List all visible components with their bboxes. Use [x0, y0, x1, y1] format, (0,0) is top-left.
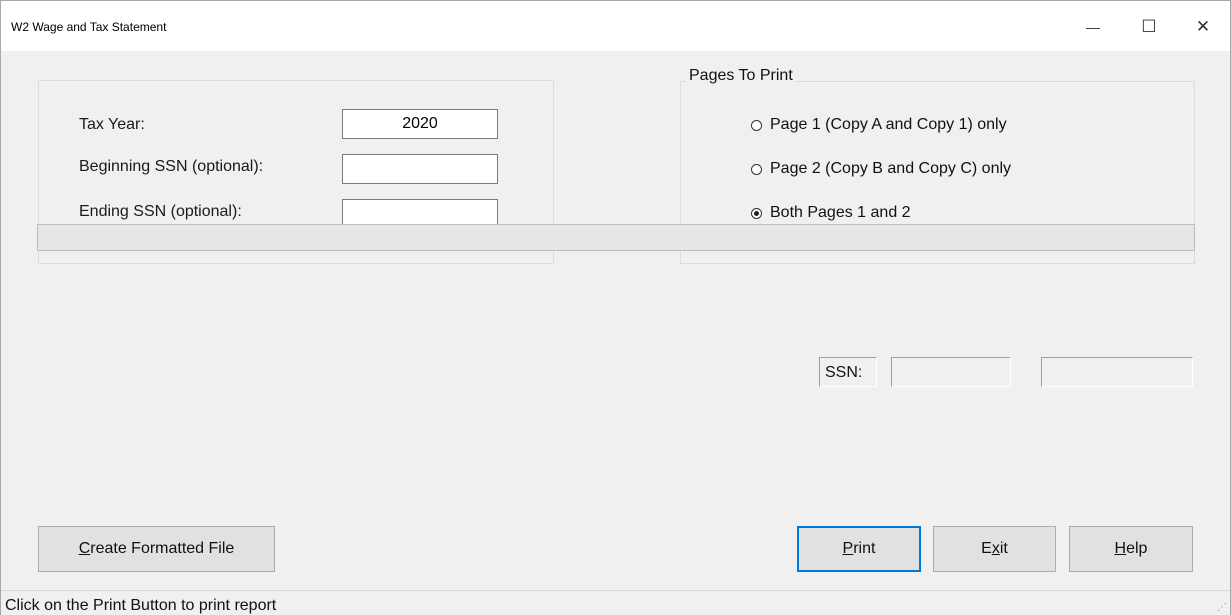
- minimize-button[interactable]: —: [1073, 9, 1113, 45]
- status-text: Click on the Print Button to print repor…: [5, 597, 277, 614]
- ending-ssn-label: Ending SSN (optional):: [79, 203, 242, 220]
- radio-dot: [754, 210, 759, 216]
- maximize-icon: ☐: [1141, 17, 1157, 36]
- exit-button[interactable]: Ex it: [933, 526, 1056, 572]
- ssn-label: SSN:: [819, 357, 877, 387]
- radio-page2-only[interactable]: Page 2 (Copy B and Copy C) only: [751, 160, 1011, 178]
- tax-year-input[interactable]: [342, 109, 498, 139]
- exit-label-start: E: [981, 540, 992, 557]
- radio-page1-only[interactable]: Page 1 (Copy A and Copy 1) only: [751, 116, 1007, 134]
- create-label: reate Formatted File: [90, 540, 235, 557]
- close-button[interactable]: ✕: [1183, 9, 1223, 45]
- window-title: W2 Wage and Tax Statement: [11, 20, 167, 34]
- size-grip-icon[interactable]: ⋰: [1217, 602, 1227, 613]
- radio-both-pages[interactable]: Both Pages 1 and 2: [751, 204, 911, 222]
- radio-page1-label: Page 1 (Copy A and Copy 1) only: [770, 116, 1007, 133]
- help-button[interactable]: Help: [1069, 526, 1193, 572]
- minimize-icon: —: [1086, 19, 1100, 35]
- radio-page2-label: Page 2 (Copy B and Copy C) only: [770, 160, 1012, 177]
- create-formatted-file-button[interactable]: Create Formatted File: [38, 526, 275, 572]
- maximize-button[interactable]: ☐: [1129, 9, 1169, 45]
- print-label: rint: [853, 540, 876, 557]
- radio-unchecked-icon: [751, 119, 762, 131]
- status-bar: Click on the Print Button to print repor…: [1, 590, 1230, 615]
- beginning-ssn-label: Beginning SSN (optional):: [79, 158, 264, 175]
- print-accelerator: P: [842, 540, 854, 557]
- radio-unchecked-icon: [751, 163, 762, 175]
- help-accelerator: H: [1114, 540, 1127, 557]
- exit-accelerator: x: [991, 540, 1000, 557]
- beginning-ssn-input[interactable]: [342, 154, 498, 184]
- tax-year-label: Tax Year:: [79, 116, 145, 133]
- exit-label-end: it: [999, 540, 1008, 557]
- title-bar[interactable]: W2 Wage and Tax Statement — ☐ ✕: [1, 1, 1230, 51]
- pages-to-print-legend: Pages To Print: [686, 67, 796, 85]
- ssn-name-display: [1041, 357, 1193, 387]
- ssn-value-display: [891, 357, 1011, 387]
- radio-both-label: Both Pages 1 and 2: [770, 204, 911, 221]
- close-icon: ✕: [1195, 17, 1211, 36]
- radio-checked-icon: [751, 207, 762, 219]
- create-accelerator: C: [78, 540, 91, 557]
- help-label: elp: [1126, 540, 1148, 557]
- w2-dialog-window: W2 Wage and Tax Statement — ☐ ✕ Tax Year…: [0, 0, 1231, 615]
- progress-bar: [37, 224, 1195, 251]
- print-button[interactable]: Print: [797, 526, 921, 572]
